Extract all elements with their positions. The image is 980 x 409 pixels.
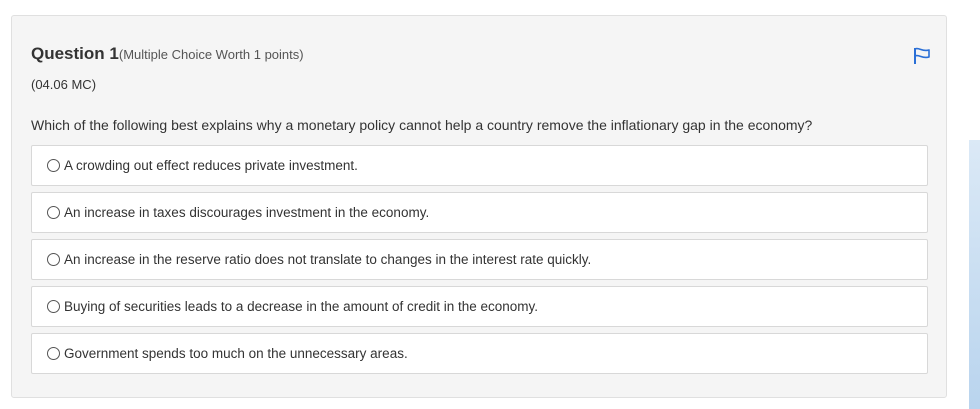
answer-option-label: An increase in the reserve ratio does no… xyxy=(64,252,592,267)
answer-option-b[interactable]: An increase in taxes discourages investm… xyxy=(31,192,928,233)
page: Question 1(Multiple Choice Worth 1 point… xyxy=(0,0,980,409)
scrollbar[interactable] xyxy=(969,140,980,409)
radio-button-d[interactable] xyxy=(47,300,60,313)
radio-button-b[interactable] xyxy=(47,206,60,219)
question-card: Question 1(Multiple Choice Worth 1 point… xyxy=(11,15,947,398)
answer-option-label: Buying of securities leads to a decrease… xyxy=(64,299,539,314)
answer-option-label: Government spends too much on the unnece… xyxy=(64,346,408,361)
flag-icon xyxy=(914,47,930,64)
radio-button-a[interactable] xyxy=(47,159,60,172)
answer-option-c[interactable]: An increase in the reserve ratio does no… xyxy=(31,239,928,280)
radio-button-c[interactable] xyxy=(47,253,60,266)
answer-options: A crowding out effect reduces private in… xyxy=(31,145,928,380)
question-code: (04.06 MC) xyxy=(31,77,97,92)
answer-option-label: A crowding out effect reduces private in… xyxy=(64,158,358,173)
answer-option-d[interactable]: Buying of securities leads to a decrease… xyxy=(31,286,928,327)
answer-option-a[interactable]: A crowding out effect reduces private in… xyxy=(31,145,928,186)
question-worth: (Multiple Choice Worth 1 points) xyxy=(118,47,304,62)
question-header: Question 1(Multiple Choice Worth 1 point… xyxy=(31,44,304,64)
answer-option-e[interactable]: Government spends too much on the unnece… xyxy=(31,333,928,374)
question-title: Question 1 xyxy=(31,44,119,63)
flag-question-button[interactable] xyxy=(912,47,932,65)
question-prompt: Which of the following best explains why… xyxy=(31,117,813,133)
radio-button-e[interactable] xyxy=(47,347,60,360)
answer-option-label: An increase in taxes discourages investm… xyxy=(64,205,430,220)
